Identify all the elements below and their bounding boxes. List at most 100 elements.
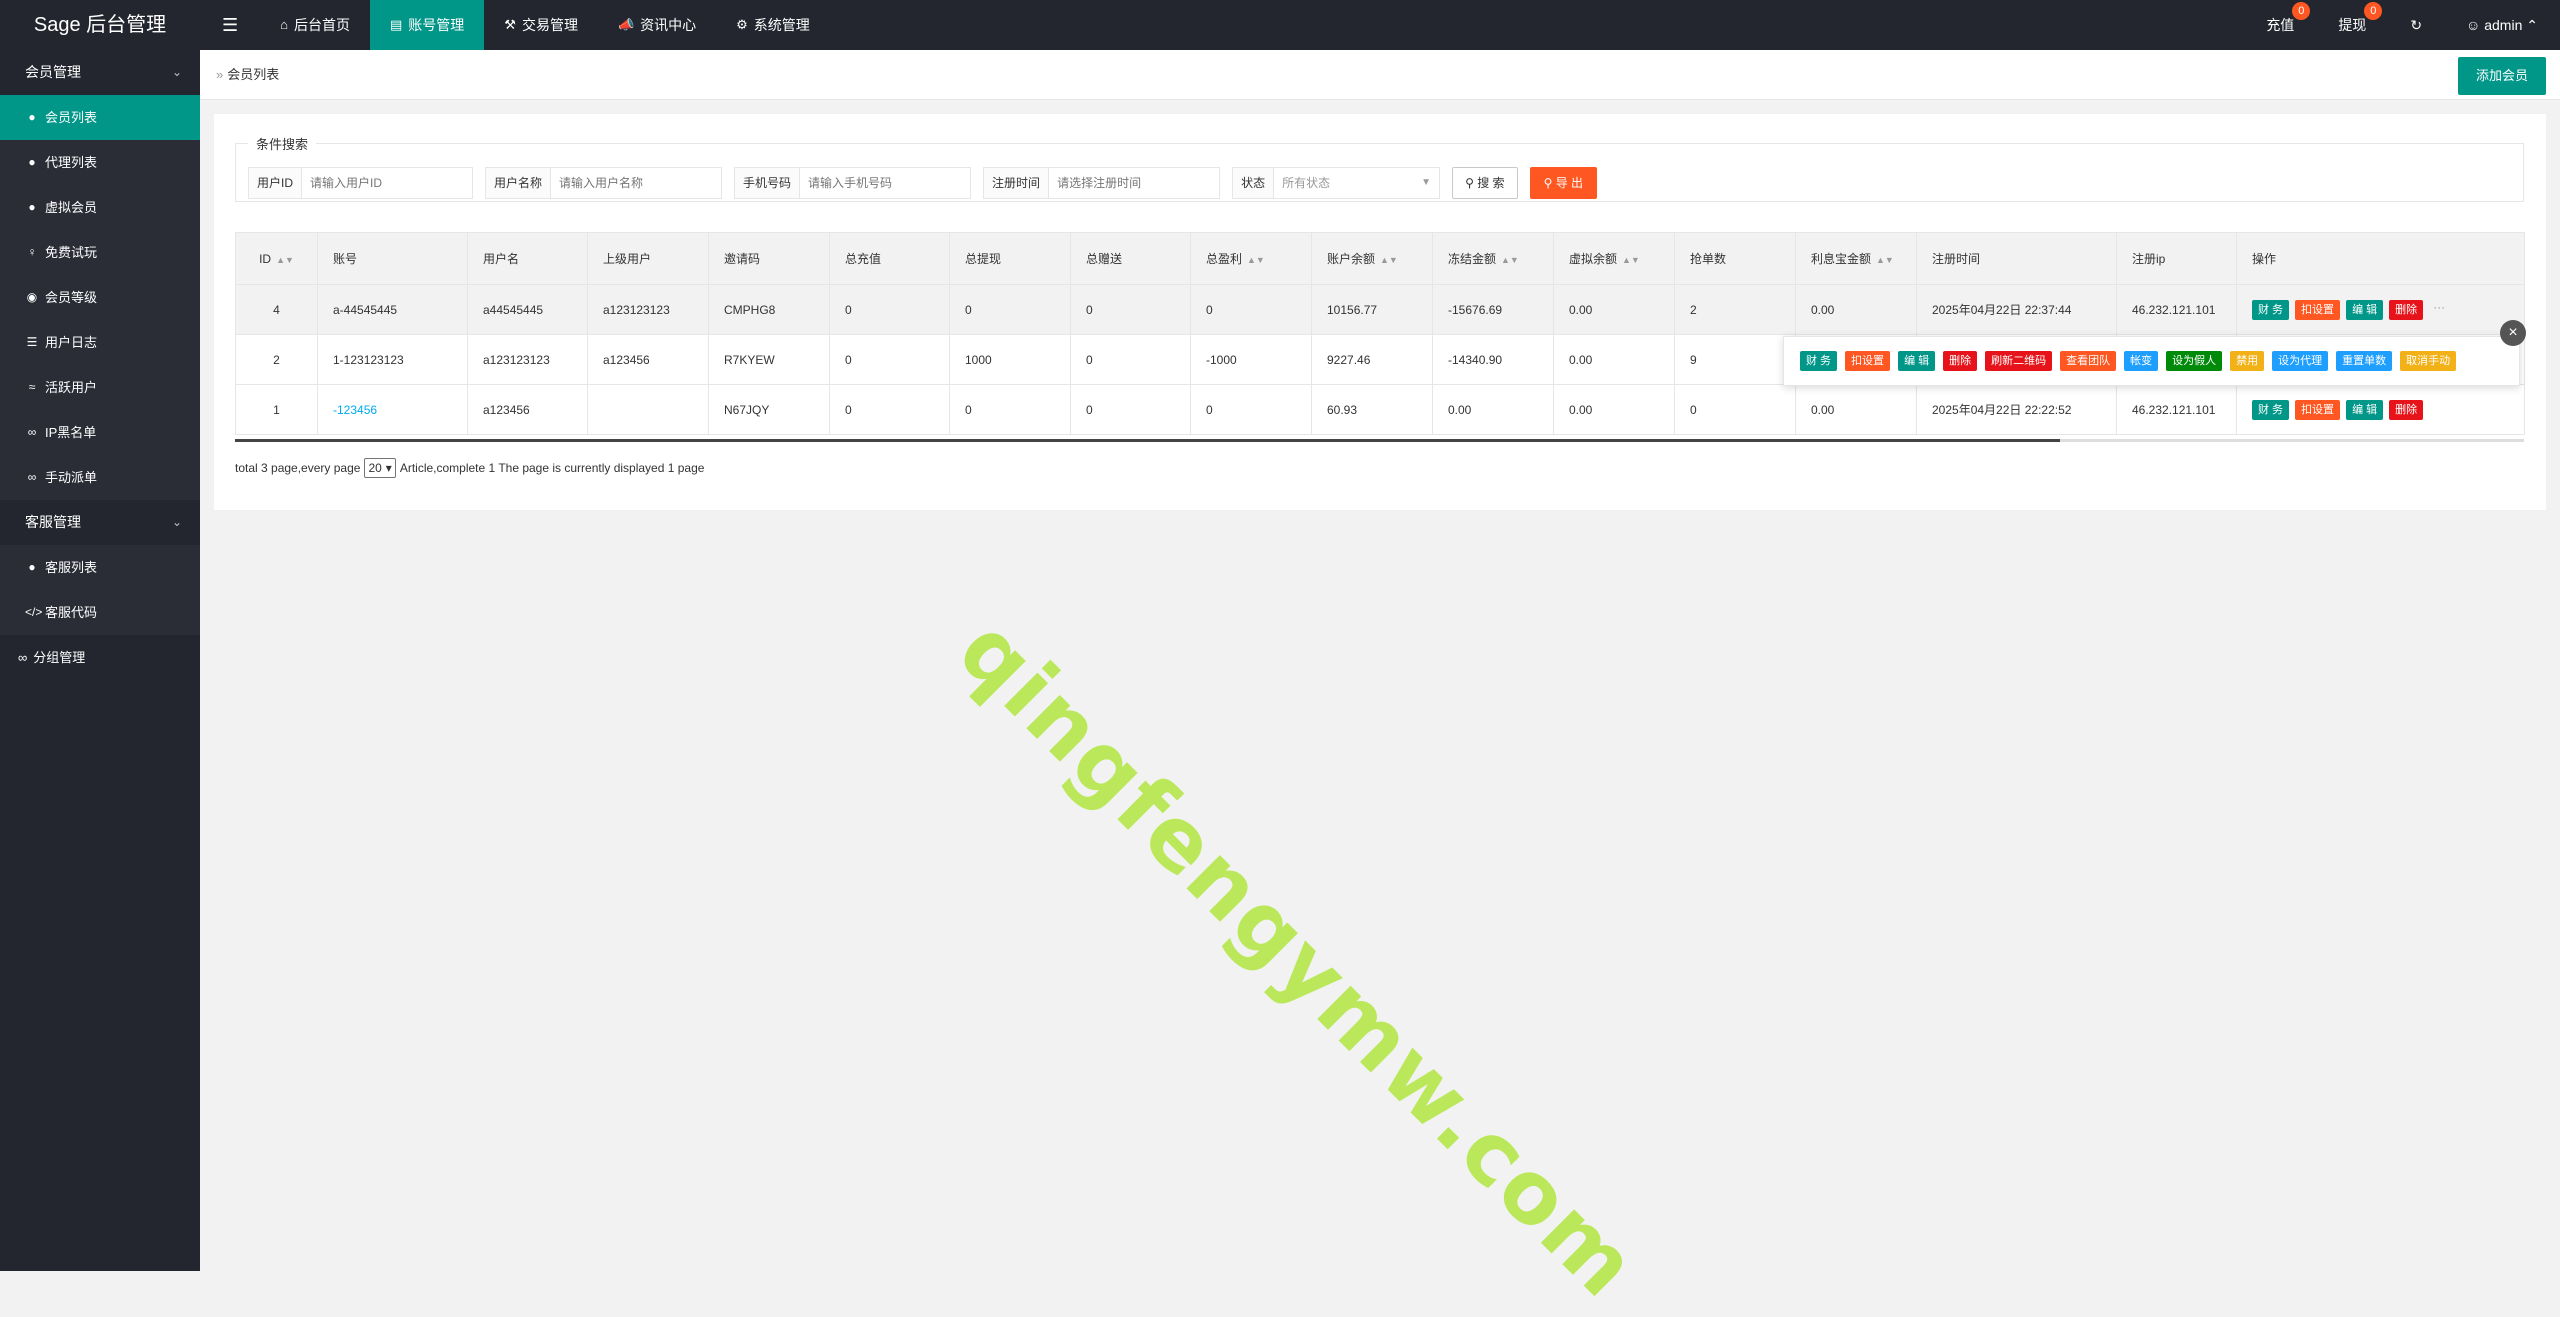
sidebar-item-user-log[interactable]: ☰ 用户日志	[0, 320, 200, 365]
top-bar: Sage 后台管理 ☰ ⌂ 后台首页 ▤ 账号管理 ⚒ 交易管理 📣 资讯中心 ⚙ 系统管…	[0, 0, 2560, 50]
recharge-link[interactable]: 充值 0	[2244, 0, 2316, 50]
cell-frozen: -14340.90	[1432, 334, 1554, 385]
sidebar-item-member-level[interactable]: ◉ 会员等级	[0, 275, 200, 320]
deduct-setting-button[interactable]: 扣设置	[2295, 299, 2341, 320]
deduct-setting-button[interactable]: 扣设置	[1845, 351, 1891, 371]
menu-toggle-icon[interactable]: ☰	[200, 0, 260, 50]
th-frozen[interactable]: 冻结金额 ▲▼	[1432, 232, 1554, 285]
th-profit[interactable]: 总盈利 ▲▼	[1190, 232, 1312, 285]
user-menu[interactable]: ☺ admin ⌃	[2444, 0, 2560, 50]
delete-button[interactable]: 删除	[2389, 399, 2424, 420]
set-fake-button[interactable]: 设为假人	[2166, 351, 2223, 371]
nav-news[interactable]: 📣 资讯中心	[598, 0, 716, 50]
user-secret-icon: ●	[28, 200, 36, 214]
username-input[interactable]	[551, 168, 722, 198]
cancel-manual-button[interactable]: 取消手动	[2400, 351, 2457, 371]
sidebar-item-service-list[interactable]: ● 客服列表	[0, 545, 200, 590]
refresh-icon[interactable]: ↻	[2388, 0, 2444, 50]
disable-button[interactable]: 禁用	[2230, 351, 2265, 371]
cell-id: 2	[235, 334, 318, 385]
th-invite: 邀请码	[708, 232, 830, 285]
account-change-button[interactable]: 帐变	[2124, 351, 2159, 371]
cell-reg-ip: 46.232.121.101	[2116, 384, 2237, 435]
export-button-label: 导 出	[1555, 176, 1584, 190]
sidebar-item-member-list[interactable]: ● 会员列表	[0, 95, 200, 140]
th-virtual[interactable]: 虚拟余额 ▲▼	[1553, 232, 1675, 285]
search-row: 用户ID 用户名称 手机号码 注册时间 状态 所有状态 ▼ ⚲ 搜 索 ⚲ 导 出	[248, 167, 1598, 199]
th-balance[interactable]: 账户余额 ▲▼	[1311, 232, 1433, 285]
sidebar-item-virtual-member[interactable]: ● 虚拟会员	[0, 185, 200, 230]
status-label: 状态	[1233, 168, 1275, 198]
status-select[interactable]: 所有状态 ▼	[1274, 168, 1439, 198]
th-label: 用户名	[483, 252, 520, 266]
edit-button[interactable]: 编 辑	[2346, 399, 2384, 420]
sidebar-item-active-users[interactable]: ≈ 活跃用户	[0, 365, 200, 410]
delete-button[interactable]: 删除	[1943, 351, 1978, 371]
member-table: ID ▲▼ 账号 用户名 上级用户 邀请码 总充值 总提现 总赠送 总盈利 ▲▼ 账…	[235, 232, 2525, 442]
withdraw-link[interactable]: 提现 0	[2316, 0, 2388, 50]
user-id-input[interactable]	[302, 168, 473, 198]
sidebar-item-group-manage[interactable]: ∞ 分组管理	[0, 635, 200, 680]
th-parent: 上级用户	[587, 232, 709, 285]
cell-reg-time: 2025年04月22日 22:22:52	[1916, 384, 2117, 435]
nav-trade[interactable]: ⚒ 交易管理	[484, 0, 598, 50]
sidebar-item-agent-list[interactable]: ● 代理列表	[0, 140, 200, 185]
sidebar-item-label: 客服代码	[45, 605, 98, 620]
nav-account[interactable]: ▤ 账号管理	[370, 0, 485, 50]
more-icon[interactable]: ···	[2433, 300, 2445, 320]
cell-reg-ip: 46.232.121.101	[2116, 284, 2237, 335]
nav-home[interactable]: ⌂ 后台首页	[260, 0, 370, 50]
edit-button[interactable]: 编 辑	[2346, 299, 2384, 320]
th-label: 注册ip	[2132, 252, 2166, 266]
cell-withdraw: 1000	[949, 334, 1071, 385]
view-team-button[interactable]: 查看团队	[2060, 351, 2117, 371]
th-id[interactable]: ID ▲▼	[235, 232, 318, 285]
scrollbar-thumb[interactable]	[235, 439, 2060, 442]
th-actions: 操作	[2236, 232, 2525, 285]
sidebar-item-manual-dispatch[interactable]: ∞ 手动派单	[0, 455, 200, 500]
delete-button[interactable]: 删除	[2389, 299, 2424, 320]
chevron-down-icon: ⌄	[171, 65, 182, 79]
sidebar-group-service[interactable]: 客服管理 ⌄	[0, 500, 200, 545]
finance-button[interactable]: 财 务	[2252, 299, 2290, 320]
cell-parent: a123456	[587, 334, 709, 385]
cell-profit: 0	[1190, 384, 1312, 435]
sidebar: 会员管理 ⌄ ● 会员列表 ● 代理列表 ● 虚拟会员 ♀ 免费试玩 ◉ 会员等级 ☰ 用户日…	[0, 50, 200, 1271]
finance-button[interactable]: 财 务	[1800, 351, 1838, 371]
cogs-icon: ⚙	[736, 17, 748, 32]
sidebar-group-member[interactable]: 会员管理 ⌄	[0, 50, 200, 95]
cell-account[interactable]: -123456	[317, 384, 468, 435]
phone-input[interactable]	[800, 168, 971, 198]
app-logo[interactable]: Sage 后台管理	[0, 0, 200, 50]
table-row: 4 a-44545445 a44545445 a123123123 CMPHG8…	[235, 284, 2525, 335]
pager-suffix: Article,complete 1 The page is currently…	[399, 461, 705, 475]
add-member-button[interactable]: 添加会员	[2457, 57, 2546, 95]
nav-system[interactable]: ⚙ 系统管理	[716, 0, 830, 50]
breadcrumb-current[interactable]: 会员列表	[227, 67, 279, 82]
per-page-select[interactable]: 20 ▾	[364, 458, 396, 478]
cell-parent	[587, 384, 709, 435]
nav-label: 后台首页	[294, 17, 350, 33]
user-id-field: 用户ID	[248, 167, 474, 199]
sidebar-item-ip-blacklist[interactable]: ∞ IP黑名单	[0, 410, 200, 455]
withdraw-label: 提现	[2338, 17, 2367, 33]
export-button[interactable]: ⚲ 导 出	[1529, 167, 1598, 199]
cell-gift: 0	[1070, 284, 1191, 335]
refresh-qrcode-button[interactable]: 刷新二维码	[1985, 351, 2053, 371]
edit-button[interactable]: 编 辑	[1898, 351, 1936, 371]
cell-interest: 0.00	[1795, 384, 1917, 435]
username-label: 用户名称	[486, 168, 552, 198]
reg-time-input[interactable]	[1049, 168, 1220, 198]
search-button[interactable]: ⚲ 搜 索	[1452, 167, 1518, 199]
th-label: 上级用户	[603, 252, 652, 266]
close-icon[interactable]: ×	[2500, 320, 2526, 346]
sidebar-item-free-trial[interactable]: ♀ 免费试玩	[0, 230, 200, 275]
th-interest[interactable]: 利息宝金额 ▲▼	[1795, 232, 1917, 285]
deduct-setting-button[interactable]: 扣设置	[2295, 399, 2341, 420]
pager-prefix: total 3 page,every page	[235, 461, 361, 475]
cell-interest: 0.00	[1795, 284, 1917, 335]
reset-orders-button[interactable]: 重置单数	[2336, 351, 2393, 371]
finance-button[interactable]: 财 务	[2252, 399, 2290, 420]
set-agent-button[interactable]: 设为代理	[2272, 351, 2329, 371]
sidebar-item-service-code[interactable]: </> 客服代码	[0, 590, 200, 635]
